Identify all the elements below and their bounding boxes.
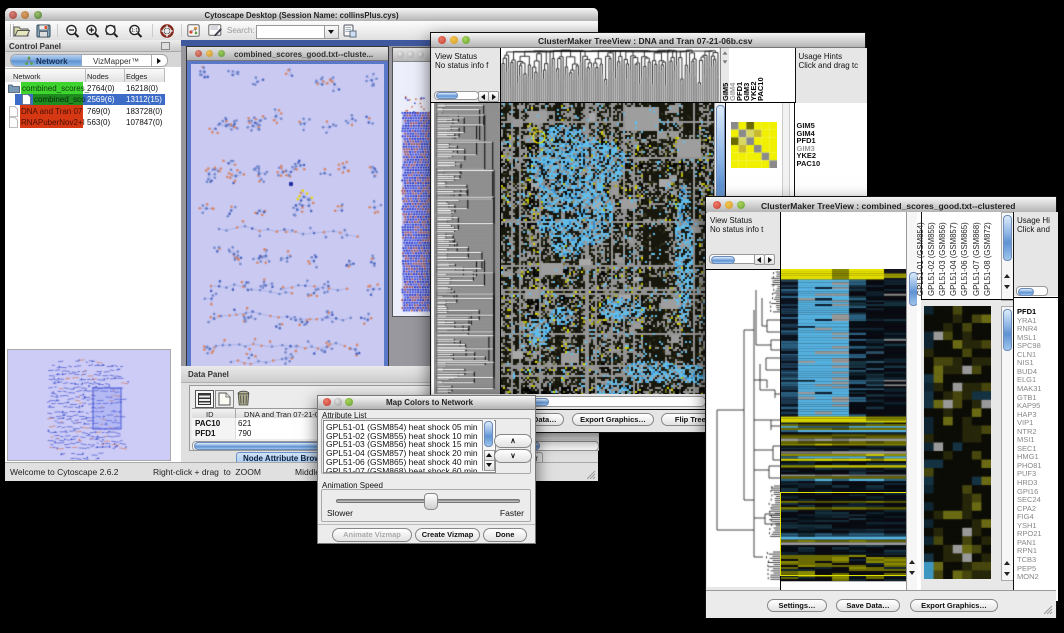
svg-text:1:1: 1:1 — [131, 28, 138, 34]
